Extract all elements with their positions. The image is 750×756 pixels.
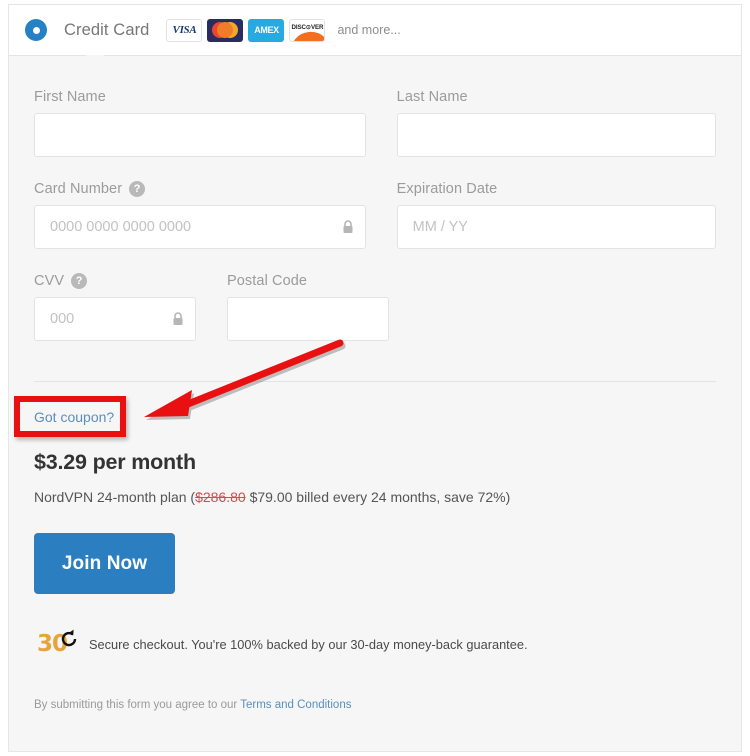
mastercard-icon <box>207 18 244 42</box>
cvv-label: CVV ? <box>34 273 196 289</box>
radio-inner-dot <box>32 26 40 34</box>
question-mark-icon[interactable]: ? <box>129 181 146 197</box>
cvv-label-text: CVV <box>34 273 65 289</box>
expiration-label: Expiration Date <box>396 181 498 197</box>
and-more-label: and more... <box>337 23 401 37</box>
radio-selected-icon[interactable] <box>25 19 47 41</box>
discover-icon: DISC⊙VER <box>289 18 326 42</box>
cvv-field-group: CVV ? <box>34 273 196 341</box>
got-coupon-link[interactable]: Got coupon? <box>34 409 114 425</box>
guarantee-row: 30 Secure checkout. You're 100% backed b… <box>37 629 528 657</box>
amex-icon: AMEX <box>248 18 285 42</box>
lock-icon <box>343 220 353 233</box>
postal-code-input[interactable] <box>227 297 389 341</box>
first-name-input[interactable] <box>34 113 366 157</box>
payment-method-label: Credit Card <box>64 20 150 39</box>
guarantee-text: Secure checkout. You're 100% backed by o… <box>89 636 528 652</box>
refresh-arrow-icon <box>61 629 77 647</box>
old-price: $286.80 <box>195 489 246 505</box>
card-number-label: Card Number ? <box>34 181 366 197</box>
section-divider <box>34 381 716 382</box>
tab-pointer-notch <box>86 55 104 65</box>
lock-icon <box>173 312 183 325</box>
first-name-label: First Name <box>34 89 106 105</box>
card-fields-row: Card Number ? Expiration Date <box>34 181 716 249</box>
visa-icon: VISA <box>166 18 203 42</box>
money-back-badge: 30 <box>37 629 81 657</box>
checkout-page: Credit Card VISA AMEX DISC⊙VER and more.… <box>0 0 750 756</box>
first-name-field-group: First Name <box>34 89 366 157</box>
payment-method-header[interactable]: Credit Card VISA AMEX DISC⊙VER and more.… <box>8 4 742 56</box>
join-now-button[interactable]: Join Now <box>34 533 175 594</box>
card-number-input[interactable] <box>34 205 366 249</box>
expiration-field-group: Expiration Date <box>396 181 716 249</box>
postal-code-field-group: Postal Code <box>227 273 389 341</box>
terms-footer: By submitting this form you agree to our… <box>34 699 351 711</box>
terms-and-conditions-link[interactable]: Terms and Conditions <box>240 699 351 711</box>
last-name-input[interactable] <box>396 113 716 157</box>
card-brand-logos: VISA AMEX DISC⊙VER <box>166 18 326 42</box>
name-fields-row: First Name Last Name <box>34 89 716 157</box>
plan-details: NordVPN 24-month plan ($286.80 $79.00 bi… <box>34 489 510 505</box>
postal-code-label: Postal Code <box>227 273 308 289</box>
expiration-input[interactable] <box>396 205 716 249</box>
question-mark-icon[interactable]: ? <box>71 273 88 289</box>
cvv-fields-row: CVV ? Postal Code <box>34 273 716 341</box>
plan-billing-details: $79.00 billed every 24 months, save 72%) <box>245 489 511 505</box>
price-headline: $3.29 per month <box>34 450 196 474</box>
card-number-field-group: Card Number ? <box>34 181 366 249</box>
card-number-label-text: Card Number <box>34 181 123 197</box>
terms-prefix: By submitting this form you agree to our <box>34 699 241 711</box>
plan-prefix: NordVPN 24-month plan ( <box>34 489 196 505</box>
last-name-field-group: Last Name <box>396 89 716 157</box>
last-name-label: Last Name <box>396 89 468 105</box>
credit-card-form: First Name Last Name Card Number ? 0000 … <box>8 56 742 752</box>
